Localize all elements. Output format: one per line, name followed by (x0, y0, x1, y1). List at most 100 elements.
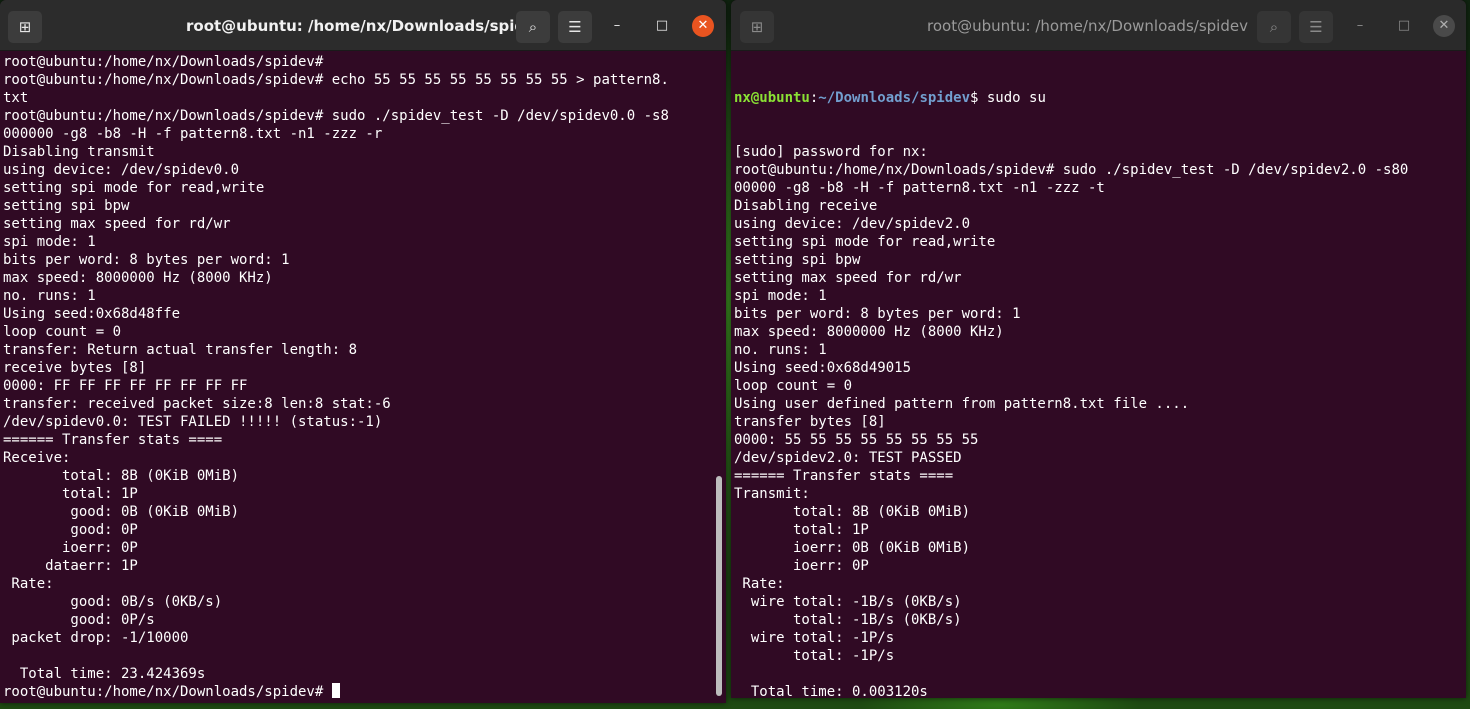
terminal-line: Total time: 0.003120s (734, 684, 928, 698)
window-title: root@ubuntu: /home/nx/Downloads/spidev (927, 17, 1248, 35)
terminal-line: 000000 -g8 -b8 -H -f pattern8.txt -n1 -z… (3, 126, 383, 142)
terminal-line: ioerr: 0P (3, 540, 138, 556)
maximize-icon: □ (1397, 18, 1411, 33)
terminal-line: good: 0B (0KiB 0MiB) (3, 504, 240, 520)
terminal-line: loop count = 0 (734, 378, 853, 394)
terminal-line: Disabling transmit (3, 144, 155, 160)
terminal-line: txt (3, 90, 29, 106)
new-tab-button[interactable]: ⊞ (740, 11, 774, 43)
terminal-line: max speed: 8000000 Hz (8000 KHz) (734, 324, 1004, 340)
terminal-output[interactable]: nx@ubuntu:~/Downloads/spidev$ sudo su [s… (734, 53, 1463, 698)
terminal-line: wire total: -1P/s (734, 630, 895, 646)
new-tab-button[interactable]: ⊞ (8, 11, 42, 43)
terminal-line: Total time: 23.424369s (3, 666, 206, 682)
hamburger-menu-icon: ☰ (568, 18, 582, 36)
terminal-prompt-line[interactable]: root@ubuntu:/home/nx/Downloads/spidev# (3, 683, 716, 701)
terminal-line: bits per word: 8 bytes per word: 1 (734, 306, 1021, 322)
close-button[interactable]: ✕ (692, 15, 714, 37)
prompt-text: root@ubuntu:/home/nx/Downloads/spidev# (3, 684, 332, 700)
terminal-line: good: 0B/s (0KB/s) (3, 594, 223, 610)
new-tab-icon: ⊞ (750, 18, 764, 36)
terminal-line: Rate: (734, 576, 785, 592)
terminal-line: total: -1P/s (734, 648, 895, 664)
maximize-button[interactable]: □ (651, 15, 673, 37)
terminal-line: nx@ubuntu:~/Downloads/spidev$ sudo su (734, 89, 1463, 107)
terminal-line: setting spi bpw (734, 252, 861, 268)
minimize-button[interactable]: – (606, 15, 628, 37)
terminal-line: transfer: Return actual transfer length:… (3, 342, 358, 358)
terminal-line: total: -1B/s (0KB/s) (734, 612, 962, 628)
terminal-line: spi mode: 1 (3, 234, 96, 250)
terminal-line: 00000 -g8 -b8 -H -f pattern8.txt -n1 -zz… (734, 180, 1105, 196)
terminal-line: 0000: 55 55 55 55 55 55 55 55 (734, 432, 979, 448)
scrollbar[interactable] (716, 476, 722, 696)
terminal-line: root@ubuntu:/home/nx/Downloads/spidev# (3, 54, 324, 70)
terminal-line: dataerr: 1P (3, 558, 138, 574)
terminal-line: spi mode: 1 (734, 288, 827, 304)
terminal-line: Disabling receive (734, 198, 878, 214)
terminal-line: ====== Transfer stats ==== (734, 468, 954, 484)
minimize-icon: – (613, 18, 621, 33)
terminal-line: Rate: (3, 576, 54, 592)
terminal-line: receive bytes [8] (3, 360, 147, 376)
terminal-line: /dev/spidev0.0: TEST FAILED !!!!! (statu… (3, 414, 383, 430)
terminal-line: 0000: FF FF FF FF FF FF FF FF (3, 378, 248, 394)
menu-button[interactable]: ☰ (558, 11, 592, 43)
terminal-line: good: 0P/s (3, 612, 155, 628)
prompt-path: ~/Downloads/spidev (818, 90, 971, 106)
terminal-line: root@ubuntu:/home/nx/Downloads/spidev# e… (3, 72, 669, 88)
prompt-user: nx@ubuntu (734, 90, 810, 106)
terminal-line: using device: /dev/spidev0.0 (3, 162, 240, 178)
terminal-window-right[interactable]: ⊞ root@ubuntu: /home/nx/Downloads/spidev… (731, 0, 1466, 698)
terminal-output[interactable]: root@ubuntu:/home/nx/Downloads/spidev# ro… (3, 53, 716, 701)
close-icon: ✕ (697, 18, 709, 33)
terminal-line: ioerr: 0P (734, 558, 869, 574)
search-button[interactable]: ⌕ (516, 11, 550, 43)
terminal-line: transfer: received packet size:8 len:8 s… (3, 396, 391, 412)
terminal-line: no. runs: 1 (3, 288, 96, 304)
terminal-line: setting spi mode for read,write (734, 234, 996, 250)
close-button[interactable]: ✕ (1433, 15, 1455, 37)
terminal-line: total: 1P (3, 486, 138, 502)
maximize-icon: □ (655, 18, 669, 33)
terminal-line: total: 8B (0KiB 0MiB) (734, 504, 971, 520)
terminal-line: Transmit: (734, 486, 810, 502)
titlebar[interactable]: ⊞ root@ubuntu: /home/nx/Downloads/spidev… (0, 0, 726, 51)
terminal-line: total: 1P (734, 522, 869, 538)
terminal-line: total: 8B (0KiB 0MiB) (3, 468, 240, 484)
terminal-line: wire total: -1B/s (0KB/s) (734, 594, 962, 610)
terminal-line: Using seed:0x68d48ffe (3, 306, 181, 322)
terminal-line: setting spi bpw (3, 198, 130, 214)
text-cursor (331, 683, 340, 698)
terminal-line: setting spi mode for read,write (3, 180, 265, 196)
terminal-line: using device: /dev/spidev2.0 (734, 216, 971, 232)
minimize-button[interactable]: – (1349, 15, 1371, 37)
terminal-line: transfer bytes [8] (734, 414, 886, 430)
close-icon: ✕ (1438, 18, 1450, 33)
terminal-line: setting max speed for rd/wr (3, 216, 231, 232)
titlebar[interactable]: ⊞ root@ubuntu: /home/nx/Downloads/spidev… (731, 0, 1466, 51)
terminal-line: [sudo] password for nx: (734, 144, 928, 160)
terminal-line: loop count = 0 (3, 324, 122, 340)
terminal-line: setting max speed for rd/wr (734, 270, 962, 286)
prompt-command: $ sudo su (970, 90, 1046, 106)
search-button[interactable]: ⌕ (1257, 11, 1291, 43)
terminal-line: good: 0P (3, 522, 138, 538)
terminal-line: packet drop: -1/10000 (3, 630, 189, 646)
terminal-line: bits per word: 8 bytes per word: 1 (3, 252, 290, 268)
maximize-button[interactable]: □ (1393, 15, 1415, 37)
terminal-line: ioerr: 0B (0KiB 0MiB) (734, 540, 971, 556)
terminal-line: root@ubuntu:/home/nx/Downloads/spidev# s… (734, 162, 1409, 178)
terminal-line: no. runs: 1 (734, 342, 827, 358)
minimize-icon: – (1356, 18, 1364, 33)
terminal-line: Receive: (3, 450, 71, 466)
terminal-line: ====== Transfer stats ==== (3, 432, 223, 448)
terminal-line: Using user defined pattern from pattern8… (734, 396, 1190, 412)
hamburger-menu-icon: ☰ (1309, 18, 1323, 36)
new-tab-icon: ⊞ (18, 18, 32, 36)
terminal-window-left[interactable]: ⊞ root@ubuntu: /home/nx/Downloads/spidev… (0, 0, 726, 703)
search-icon: ⌕ (528, 18, 538, 36)
menu-button[interactable]: ☰ (1299, 11, 1333, 43)
